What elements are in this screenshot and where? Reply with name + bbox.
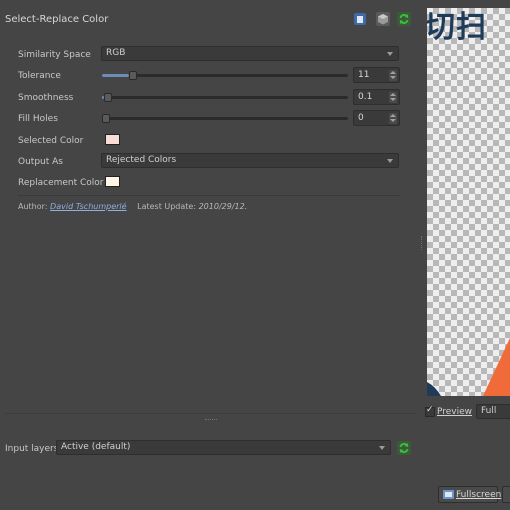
author-label: Author:	[18, 202, 48, 211]
replacement-color-label: Replacement Color	[18, 178, 104, 188]
arrow-up-icon	[390, 114, 396, 117]
similarity-space-value: RGB	[106, 48, 126, 58]
chevron-down-icon	[387, 52, 393, 56]
arrow-down-icon	[390, 76, 396, 79]
fill-holes-label: Fill Holes	[18, 114, 58, 124]
tolerance-spinbox[interactable]: 11	[353, 67, 400, 83]
fill-holes-slider-handle[interactable]	[102, 114, 110, 123]
arrow-down-icon	[390, 119, 396, 122]
refresh-icon	[397, 12, 411, 26]
chevron-down-icon	[387, 159, 393, 163]
filter-title: Select-Replace Color	[5, 14, 109, 25]
arrow-up-icon	[390, 71, 396, 74]
latest-update-date: 2010/29/12.	[198, 202, 248, 211]
similarity-space-select[interactable]: RGB	[101, 46, 399, 61]
smoothness-spinbox[interactable]: 0.1	[353, 89, 400, 105]
preview-checkbox[interactable]: ✓	[425, 405, 435, 417]
next-dialog-button[interactable]	[502, 486, 510, 503]
horizontal-splitter[interactable]	[5, 413, 415, 414]
refresh-icon	[397, 441, 411, 455]
tolerance-value: 11	[358, 70, 370, 80]
arrow-up-icon	[390, 93, 396, 96]
input-layers-label: Input layers	[5, 444, 59, 454]
arrow-down-icon	[390, 98, 396, 101]
output-as-value: Rejected Colors	[106, 155, 177, 165]
horizontal-splitter-handle[interactable]	[205, 419, 217, 422]
input-layers-refresh-button[interactable]	[397, 441, 411, 455]
copy-to-clipboard-button[interactable]	[352, 11, 368, 27]
fullscreen-label: Fullscreen	[456, 490, 502, 500]
reset-parameters-button[interactable]	[375, 11, 391, 27]
fill-holes-spinbox[interactable]: 0	[353, 110, 400, 126]
fill-holes-value: 0	[358, 113, 364, 123]
preview-label[interactable]: Preview	[437, 407, 472, 417]
tolerance-label: Tolerance	[18, 71, 61, 81]
preview-mode-value: Full	[481, 406, 497, 416]
replacement-color-swatch[interactable]	[105, 176, 120, 187]
cube-icon	[376, 12, 390, 26]
fill-holes-slider-track[interactable]	[102, 117, 348, 120]
vertical-splitter-handle[interactable]	[421, 236, 424, 250]
copy-icon	[354, 13, 366, 25]
smoothness-value: 0.1	[358, 92, 373, 102]
fill-holes-stepper[interactable]	[389, 113, 397, 124]
output-as-select[interactable]: Rejected Colors	[101, 153, 399, 168]
tolerance-stepper[interactable]	[389, 70, 397, 81]
preview-shapes	[427, 192, 510, 396]
tolerance-slider-fill	[102, 74, 129, 77]
fullscreen-icon	[443, 490, 454, 499]
divider	[18, 195, 400, 196]
preview-image[interactable]: 切扫	[427, 8, 510, 396]
output-as-label: Output As	[18, 157, 63, 167]
input-layers-value: Active (default)	[61, 442, 131, 452]
smoothness-label: Smoothness	[18, 93, 74, 103]
smoothness-stepper[interactable]	[389, 92, 397, 103]
tolerance-slider-handle[interactable]	[129, 71, 137, 80]
selected-color-label: Selected Color	[18, 136, 84, 146]
checkmark-icon: ✓	[426, 405, 434, 415]
smoothness-slider-handle[interactable]	[104, 93, 112, 102]
tolerance-slider-track[interactable]	[102, 74, 348, 77]
fullscreen-button[interactable]: Fullscreen	[438, 486, 502, 503]
similarity-space-label: Similarity Space	[18, 50, 91, 60]
selected-color-swatch[interactable]	[105, 134, 120, 145]
credits-line: Author: David Tschumperlé Latest Update:…	[18, 202, 247, 211]
refresh-button[interactable]	[396, 11, 412, 27]
latest-update-label: Latest Update:	[137, 202, 197, 211]
smoothness-slider-track[interactable]	[102, 96, 348, 99]
author-link[interactable]: David Tschumperlé	[50, 202, 127, 211]
preview-mode-select[interactable]: Full	[476, 404, 510, 419]
input-layers-select[interactable]: Active (default)	[56, 440, 391, 455]
chevron-down-icon	[379, 446, 385, 450]
